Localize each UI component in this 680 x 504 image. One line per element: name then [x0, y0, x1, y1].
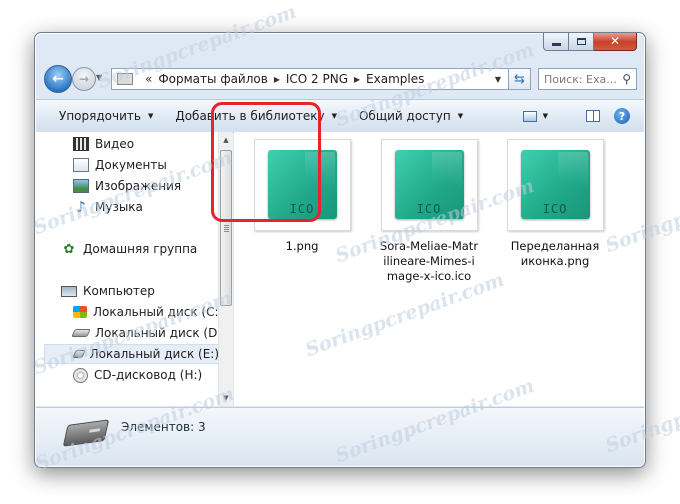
nav-item-drive-c[interactable]: Локальный диск (C:) [73, 302, 218, 322]
file-name: 1.png [285, 239, 319, 253]
nav-item-drive-d[interactable]: Локальный диск (D:) [71, 323, 218, 343]
minimize-icon [551, 43, 561, 46]
address-dropdown-icon[interactable]: ▼ [488, 75, 508, 84]
change-view-icon[interactable] [522, 110, 537, 122]
file-thumbnail: ICO [380, 139, 478, 231]
computer-icon [61, 285, 77, 297]
drive-large-icon [62, 419, 110, 447]
refresh-icon: ⇆ [514, 71, 525, 87]
share-button[interactable]: Общий доступ ▼ [359, 109, 463, 123]
nav-item-label: Компьютер [83, 284, 155, 298]
minimize-button[interactable] [543, 33, 569, 51]
command-bar: Упорядочить ▼ Добавить в библиотеку ▼ Общи… [36, 99, 644, 133]
nav-item-homegroup[interactable]: ✿ Домашняя группа [61, 239, 198, 259]
nav-item-computer[interactable]: Компьютер [61, 281, 155, 301]
nav-item-label: Локальный диск (E:) [89, 347, 218, 361]
chevron-down-icon: ▼ [457, 112, 464, 120]
navigation-pane: Видео Документы Изображения ♪ Музыка ✿ Дом… [36, 132, 218, 406]
cd-drive-icon [73, 367, 88, 383]
drive-icon [72, 350, 86, 358]
close-icon: ✕ [609, 34, 621, 48]
preview-pane-icon[interactable] [586, 110, 600, 122]
nav-item-label: Локальный диск (C:) [93, 305, 218, 319]
nav-item-music[interactable]: ♪ Музыка [73, 197, 143, 217]
back-button[interactable]: ← [44, 65, 72, 93]
breadcrumb-chevron-icon[interactable]: ▸ [274, 72, 280, 86]
nav-item-drive-e[interactable]: Локальный диск (E:) [44, 344, 218, 364]
caption-buttons: ✕ [543, 33, 637, 51]
folder-icon [117, 73, 133, 85]
address-bar[interactable]: « Форматы файлов ▸ ICO 2 PNG ▸ Examples … [111, 68, 509, 90]
nav-item-video[interactable]: Видео [73, 134, 134, 154]
file-thumbnail: ICO [506, 139, 604, 231]
nav-item-cd-drive[interactable]: CD-дисковод (H:) [73, 365, 202, 385]
pictures-icon [73, 179, 89, 193]
documents-icon [73, 158, 89, 172]
nav-item-label: Музыка [95, 200, 143, 214]
nav-item-label: Документы [95, 158, 167, 172]
file-item[interactable]: ICO Sora-Meliae-Matr ilineare-Mimes-i ma… [374, 139, 484, 284]
history-dropdown[interactable]: ▼ [96, 73, 102, 82]
refresh-button[interactable]: ⇆ [509, 68, 531, 90]
file-item[interactable]: ICO Переделанная иконка.png [500, 139, 610, 269]
drive-icon [71, 329, 91, 337]
item-count: Элементов: 3 [121, 420, 206, 434]
file-name-line: Переделанная [510, 239, 600, 253]
breadcrumb-item[interactable]: Examples [366, 72, 424, 86]
file-name-line: ilineare-Mimes-i [383, 254, 475, 268]
file-name-line: иконка.png [520, 254, 590, 268]
music-icon: ♪ [76, 198, 86, 216]
breadcrumb-item[interactable]: Форматы файлов [158, 72, 267, 86]
breadcrumb-item[interactable]: ICO 2 PNG [286, 72, 348, 86]
file-name: Переделанная иконка.png [500, 239, 610, 269]
icon-text: ICO [542, 202, 568, 216]
nav-item-label: CD-дисковод (H:) [94, 368, 203, 382]
nav-item-label: Видео [95, 137, 135, 151]
scroll-down-icon[interactable]: ▼ [219, 390, 233, 406]
organize-button[interactable]: Упорядочить ▼ [59, 109, 153, 123]
homegroup-icon: ✿ [63, 241, 75, 257]
organize-label: Упорядочить [59, 109, 141, 123]
chevron-down-icon: ▼ [147, 112, 154, 120]
back-arrow-icon: ← [52, 71, 64, 87]
explorer-window: ✕ ← → ▼ « Форматы файлов ▸ ICO 2 PNG ▸ E… [34, 32, 646, 468]
maximize-icon [576, 37, 586, 45]
forward-arrow-icon: → [78, 72, 90, 86]
help-icon[interactable]: ? [614, 108, 630, 124]
nav-item-label: Домашняя группа [83, 242, 198, 256]
breadcrumb-chevron-icon[interactable]: ▸ [354, 72, 360, 86]
nav-item-label: Изображения [95, 179, 182, 193]
maximize-button[interactable] [569, 33, 594, 51]
icon-text: ICO [416, 202, 442, 216]
search-placeholder: Поиск: Exa... [544, 72, 617, 86]
close-button[interactable]: ✕ [594, 33, 637, 51]
search-icon: ⚲ [622, 72, 631, 86]
file-name-line: Sora-Meliae-Matr [379, 239, 479, 253]
details-pane: Элементов: 3 [36, 407, 644, 466]
nav-item-pictures[interactable]: Изображения [73, 176, 181, 196]
nav-item-label: Локальный диск (D:) [95, 326, 218, 340]
chevron-down-icon: ▼ [331, 112, 337, 120]
breadcrumb-overflow-icon[interactable]: « [145, 72, 152, 86]
windows-drive-icon [73, 306, 87, 318]
nav-item-documents[interactable]: Документы [73, 155, 167, 175]
video-icon [73, 137, 89, 151]
file-name: Sora-Meliae-Matr ilineare-Mimes-i mage-x… [374, 239, 484, 284]
view-controls: ▼ ? [522, 108, 630, 124]
forward-button[interactable]: → [72, 67, 96, 91]
highlight-frame [211, 102, 321, 222]
view-dropdown-icon[interactable]: ▼ [543, 112, 548, 120]
grip-icon [224, 225, 229, 232]
file-name-line: mage-x-ico.ico [386, 269, 472, 283]
share-label: Общий доступ [358, 109, 451, 123]
search-input[interactable]: Поиск: Exa... ⚲ [538, 68, 637, 90]
